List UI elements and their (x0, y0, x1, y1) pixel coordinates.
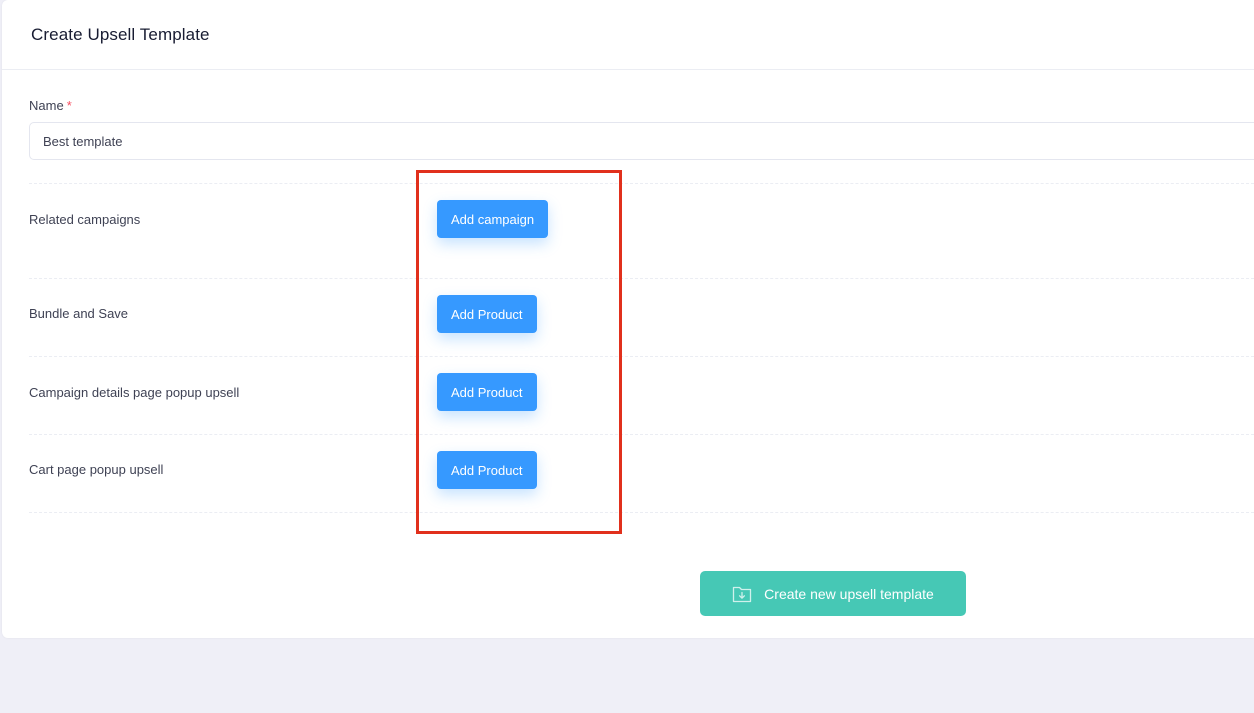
divider (29, 278, 1254, 279)
create-template-button[interactable]: Create new upsell template (700, 571, 966, 616)
campaign-details-popup-label: Campaign details page popup upsell (29, 385, 240, 400)
name-label-text: Name (29, 98, 64, 113)
name-input[interactable] (29, 122, 1254, 160)
folder-download-icon (732, 585, 752, 603)
bundle-and-save-label: Bundle and Save (29, 306, 129, 321)
cart-page-popup-label: Cart page popup upsell (29, 462, 164, 477)
create-upsell-card: Create Upsell Template (2, 0, 1254, 638)
required-mark: * (66, 98, 72, 113)
divider (29, 512, 1254, 513)
divider (29, 183, 1254, 184)
page-title: Create Upsell Template (31, 24, 210, 44)
divider (29, 434, 1254, 435)
related-campaigns-label: Related campaigns (29, 212, 141, 227)
create-template-label: Create new upsell template (764, 585, 934, 602)
highlight-annotation-box (416, 170, 622, 534)
card-header: Create Upsell Template (2, 0, 1254, 70)
divider (29, 356, 1254, 357)
name-label: Name * (29, 98, 72, 113)
